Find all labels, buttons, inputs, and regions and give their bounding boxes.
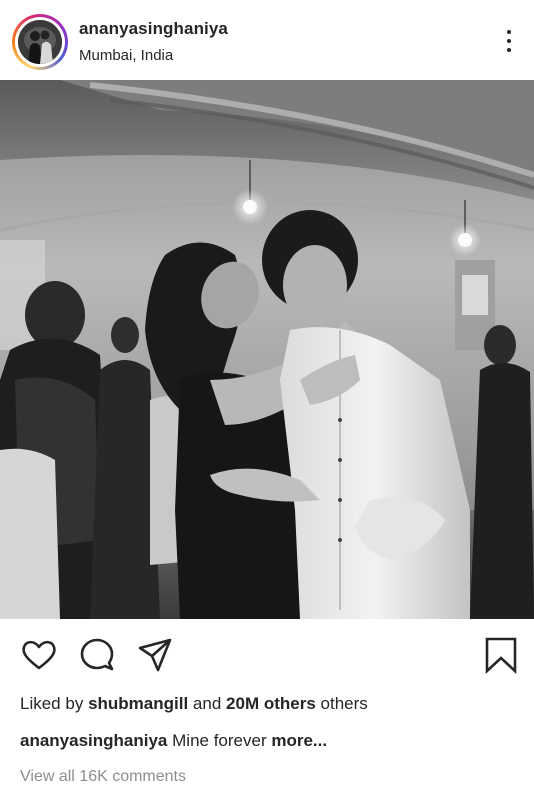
post-location[interactable]: Mumbai, India [79, 47, 173, 64]
send-glyph [138, 638, 172, 672]
comment-icon[interactable] [78, 636, 116, 674]
caption-username[interactable]: ananyasinghaniya [20, 731, 167, 750]
caption-text: Mine forever [172, 731, 267, 750]
heart-icon[interactable] [20, 636, 58, 674]
heart-glyph [22, 640, 56, 670]
more-dot [507, 48, 511, 52]
photo-image [0, 80, 534, 619]
send-icon[interactable] [136, 636, 174, 674]
more-options-icon[interactable] [504, 27, 514, 55]
likes-summary: Liked by shubmangill and 20M others othe… [20, 694, 368, 714]
avatar-image [18, 20, 62, 64]
likes-count[interactable]: 20M others [226, 694, 316, 713]
post-photo[interactable] [0, 80, 534, 619]
post-username[interactable]: ananyasinghaniya [79, 19, 228, 39]
view-comments-link[interactable]: View all 16K comments [20, 768, 186, 786]
story-ring[interactable] [12, 14, 68, 70]
caption-more-link[interactable]: more... [271, 731, 327, 750]
avatar[interactable] [18, 20, 62, 64]
likes-suffix: others [320, 694, 368, 713]
post-actions [0, 622, 534, 686]
more-dot [507, 30, 511, 34]
likes-conjunction: and [192, 694, 222, 713]
likes-prefix: Liked by [20, 694, 84, 713]
avatar-frame [15, 17, 65, 67]
post-caption: ananyasinghaniya Mine forever more... [20, 731, 327, 751]
comment-glyph [80, 638, 114, 671]
liker-username[interactable]: shubmangill [88, 694, 188, 713]
more-dot [507, 39, 511, 43]
bookmark-glyph [485, 637, 517, 674]
post-header: ananyasinghaniya Mumbai, India [0, 0, 534, 80]
bookmark-icon[interactable] [482, 636, 520, 674]
